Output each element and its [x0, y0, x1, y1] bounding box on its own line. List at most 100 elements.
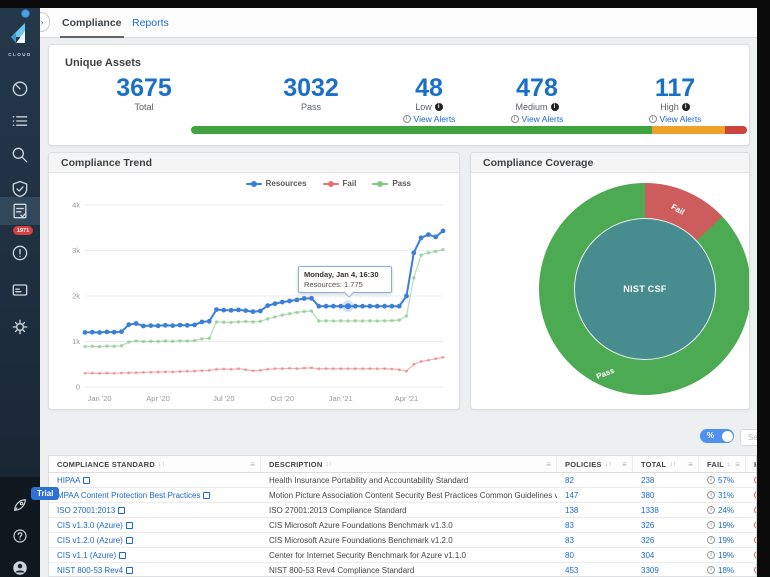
- column-menu-icon[interactable]: ≡: [250, 460, 255, 469]
- fail-cell[interactable]: i57%: [699, 473, 746, 487]
- column-header-total[interactable]: TOTAL↓↑≡: [633, 456, 699, 472]
- standard-link[interactable]: CIS v1.1 (Azure): [49, 548, 261, 562]
- policies-cell[interactable]: 82: [557, 473, 633, 487]
- policies-cell[interactable]: 83: [557, 518, 633, 532]
- column-header-compliance-standard[interactable]: COMPLIANCE STANDARD↓↑≡: [49, 456, 261, 472]
- sort-icon[interactable]: ↓↑: [325, 461, 332, 468]
- total-cell[interactable]: 238: [633, 473, 699, 487]
- policies-cell[interactable]: 138: [557, 503, 633, 517]
- brand-logo[interactable]: CLOUD: [0, 20, 40, 57]
- sort-icon[interactable]: ↓: [727, 461, 731, 468]
- standard-link[interactable]: CIS v1.3.0 (Azure): [49, 518, 261, 532]
- standard-link[interactable]: NIST 800-53 Rev4: [49, 563, 261, 577]
- info-icon[interactable]: i: [551, 103, 559, 111]
- sidebar-expand-button[interactable]: ›: [40, 12, 50, 32]
- column-header-policies[interactable]: POLICIES↓↑≡: [557, 456, 633, 472]
- tab-compliance[interactable]: Compliance: [62, 8, 122, 38]
- sidebar-item-investigate[interactable]: [0, 141, 40, 169]
- total-cell[interactable]: 326: [633, 518, 699, 532]
- column-menu-icon[interactable]: ≡: [622, 460, 627, 469]
- percent-info-icon: i: [707, 491, 715, 499]
- high-cell[interactable]: i: [746, 563, 757, 577]
- table-row[interactable]: HIPAAHealth Insurance Portability and Ac…: [49, 473, 757, 488]
- sidebar-item-compute[interactable]: [0, 276, 40, 304]
- view-alerts-medium-link[interactable]: iView Alerts: [475, 114, 599, 124]
- legend-item-resources[interactable]: Resources: [246, 179, 307, 188]
- legend-item-pass[interactable]: Pass: [372, 179, 411, 188]
- legend-item-fail[interactable]: Fail: [323, 179, 357, 188]
- sort-icon[interactable]: ↓↑: [605, 461, 612, 468]
- compliance-standards-table: COMPLIANCE STANDARD↓↑≡DESCRIPTION↓↑≡POLI…: [48, 455, 757, 577]
- sidebar-item-alerts[interactable]: [0, 239, 40, 267]
- table-row[interactable]: NIST 800-53 Rev4NIST 800-53 Rev4 Complia…: [49, 563, 757, 577]
- total-cell[interactable]: 3309: [633, 563, 699, 577]
- sidebar-item-profile[interactable]: [0, 554, 40, 577]
- donut-center[interactable]: NIST CSF: [574, 218, 716, 360]
- search-input[interactable]: [740, 429, 757, 446]
- sidebar-item-inventory[interactable]: [0, 107, 40, 135]
- high-cell[interactable]: i: [746, 503, 757, 517]
- sidebar-item-help[interactable]: [0, 522, 40, 550]
- bar-segment-medium: [652, 126, 724, 134]
- high-cell[interactable]: i: [746, 518, 757, 532]
- fail-cell[interactable]: i19%: [699, 548, 746, 562]
- total-cell[interactable]: 1338: [633, 503, 699, 517]
- column-header-fail[interactable]: FAIL↓≡: [699, 456, 746, 472]
- high-cell[interactable]: i: [746, 533, 757, 547]
- column-header-description[interactable]: DESCRIPTION↓↑≡: [261, 456, 557, 472]
- column-header-high[interactable]: HIGH: [746, 456, 757, 472]
- info-icon[interactable]: i: [682, 103, 690, 111]
- fail-cell[interactable]: i31%: [699, 488, 746, 502]
- high-cell[interactable]: i: [746, 473, 757, 487]
- sidebar-item-compliance[interactable]: [0, 197, 40, 225]
- external-link-icon: [126, 537, 133, 544]
- sort-icon[interactable]: ↓↑: [158, 461, 165, 468]
- stat-total: 3675 Total: [49, 75, 239, 124]
- column-menu-icon[interactable]: ≡: [546, 460, 551, 469]
- svg-text:4k: 4k: [72, 201, 80, 210]
- view-alerts-high-link[interactable]: iView Alerts: [599, 114, 751, 124]
- percent-toggle[interactable]: %: [700, 429, 734, 443]
- fail-cell[interactable]: i19%: [699, 518, 746, 532]
- column-menu-icon[interactable]: ≡: [735, 460, 740, 469]
- stat-pass-value: 3032: [239, 75, 383, 101]
- fail-cell[interactable]: i18%: [699, 563, 746, 577]
- high-cell[interactable]: i: [746, 548, 757, 562]
- sidebar-item-settings[interactable]: [0, 313, 40, 341]
- standard-link[interactable]: HIPAA: [49, 473, 261, 487]
- percent-toggle-label: %: [707, 431, 714, 440]
- column-menu-icon[interactable]: ≡: [688, 460, 693, 469]
- fail-cell[interactable]: i24%: [699, 503, 746, 517]
- total-cell[interactable]: 380: [633, 488, 699, 502]
- view-alerts-low-link[interactable]: iView Alerts: [383, 114, 475, 124]
- sidebar-item-dashboard[interactable]: [0, 74, 40, 102]
- info-icon[interactable]: i: [435, 103, 443, 111]
- policies-cell[interactable]: 80: [557, 548, 633, 562]
- table-row[interactable]: ISO 27001:2013ISO 27001:2013 Compliance …: [49, 503, 757, 518]
- standard-link[interactable]: CIS v1.2.0 (Azure): [49, 533, 261, 547]
- table-row[interactable]: CIS v1.2.0 (Azure)CIS Microsoft Azure Fo…: [49, 533, 757, 548]
- trend-chart[interactable]: 01k2k3k4kJan '20Apr '20Jul '20Oct '20Jan…: [59, 195, 451, 407]
- total-cell[interactable]: 304: [633, 548, 699, 562]
- table-row[interactable]: CIS v1.3.0 (Azure)CIS Microsoft Azure Fo…: [49, 518, 757, 533]
- policies-cell[interactable]: 147: [557, 488, 633, 502]
- stat-low-value: 48: [383, 75, 475, 101]
- svg-text:Jan '20: Jan '20: [88, 394, 112, 403]
- external-link-icon: [126, 522, 133, 529]
- description-cell: Health Insurance Portability and Account…: [261, 473, 557, 487]
- svg-text:0: 0: [76, 383, 80, 392]
- policies-cell[interactable]: 83: [557, 533, 633, 547]
- alert-info-icon: i: [403, 115, 411, 123]
- percent-info-icon: i: [707, 566, 715, 574]
- policies-cell[interactable]: 453: [557, 563, 633, 577]
- high-cell[interactable]: i: [746, 488, 757, 502]
- sort-icon[interactable]: ↓↑: [669, 461, 676, 468]
- standard-link[interactable]: ISO 27001:2013: [49, 503, 261, 517]
- table-row[interactable]: MPAA Content Protection Best PracticesMo…: [49, 488, 757, 503]
- tab-reports[interactable]: Reports: [132, 8, 169, 38]
- fail-cell[interactable]: i19%: [699, 533, 746, 547]
- table-row[interactable]: CIS v1.1 (Azure)Center for Internet Secu…: [49, 548, 757, 563]
- standard-link[interactable]: MPAA Content Protection Best Practices: [49, 488, 261, 502]
- total-cell[interactable]: 326: [633, 533, 699, 547]
- assets-stats-row: 3675 Total 3032 Pass 48 Lowi iView Alert…: [49, 75, 751, 124]
